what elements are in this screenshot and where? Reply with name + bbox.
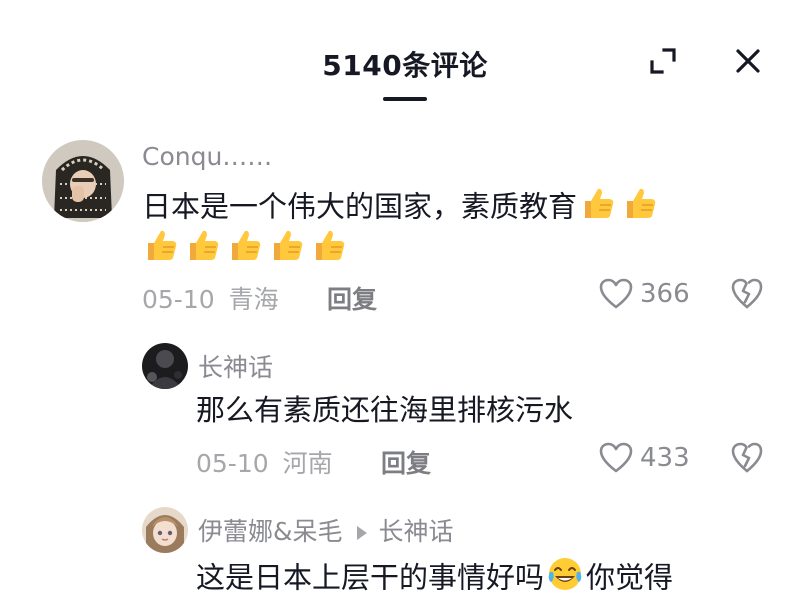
like-count: 366 [640,279,690,309]
reply-to-author[interactable]: 长神话 [379,517,454,546]
thumbs-up-emoji [268,226,306,275]
like-count: 433 [640,443,690,473]
heart-outline-icon [599,442,633,473]
avatar[interactable] [42,140,124,222]
comment-location: 青海 [228,285,279,314]
like-button[interactable]: 366 [598,277,690,311]
comment-text: 那么有素质还往海里排核污水 [196,393,574,427]
like-button[interactable]: 433 [598,441,690,475]
broken-heart-icon [731,278,763,309]
comment-text-after: 你觉得 [586,560,674,595]
broken-heart-icon [731,442,763,473]
comment-date: 05-10 [196,449,269,478]
reply-arrow-icon [356,526,367,540]
comment-text-line: 日本是一个伟大的国家，素质教育 [142,189,578,224]
comment-location: 河南 [282,449,333,478]
comment-text: 这是日本上层干的事情好吗 你觉得 [196,555,673,604]
comment-date: 05-10 [142,285,215,314]
comments-count-title: 5140条评论 [322,49,488,82]
dislike-button[interactable] [730,441,764,475]
comment-meta: 05-10 青海 [142,280,279,316]
close-button[interactable] [733,46,763,76]
comment-author[interactable]: 伊蕾娜&呆毛 [198,517,343,546]
dislike-button[interactable] [730,277,764,311]
comment-author[interactable]: Conqu…… [142,142,272,171]
comment-text-before: 这是日本上层干的事情好吗 [196,560,545,595]
comment-author[interactable]: 长神话 [198,348,273,384]
thumbs-up-emoji [184,226,222,275]
tears-of-joy-emoji [546,555,584,604]
drag-handle[interactable] [383,97,427,101]
expand-button[interactable] [648,46,678,76]
avatar[interactable] [142,507,188,553]
close-icon [736,49,760,73]
thumbs-up-emoji [226,226,264,275]
expand-icon [650,48,676,74]
avatar[interactable] [142,343,188,389]
comments-sheet: 5140条评论 Conqu…… 日本是一个伟大的国家，素质教育 05-10 青海… [0,0,810,607]
reply-thread-header: 伊蕾娜&呆毛 长神话 [198,512,454,548]
heart-outline-icon [599,278,633,309]
comment-meta: 05-10 河南 [196,444,333,480]
comment-emoji-line [140,226,350,275]
thumbs-up-emoji [579,184,617,233]
thumbs-up-emoji [621,184,659,233]
thumbs-up-emoji [142,226,180,275]
thumbs-up-emoji [310,226,348,275]
reply-button[interactable]: 回复 [381,444,431,480]
reply-button[interactable]: 回复 [327,280,377,316]
